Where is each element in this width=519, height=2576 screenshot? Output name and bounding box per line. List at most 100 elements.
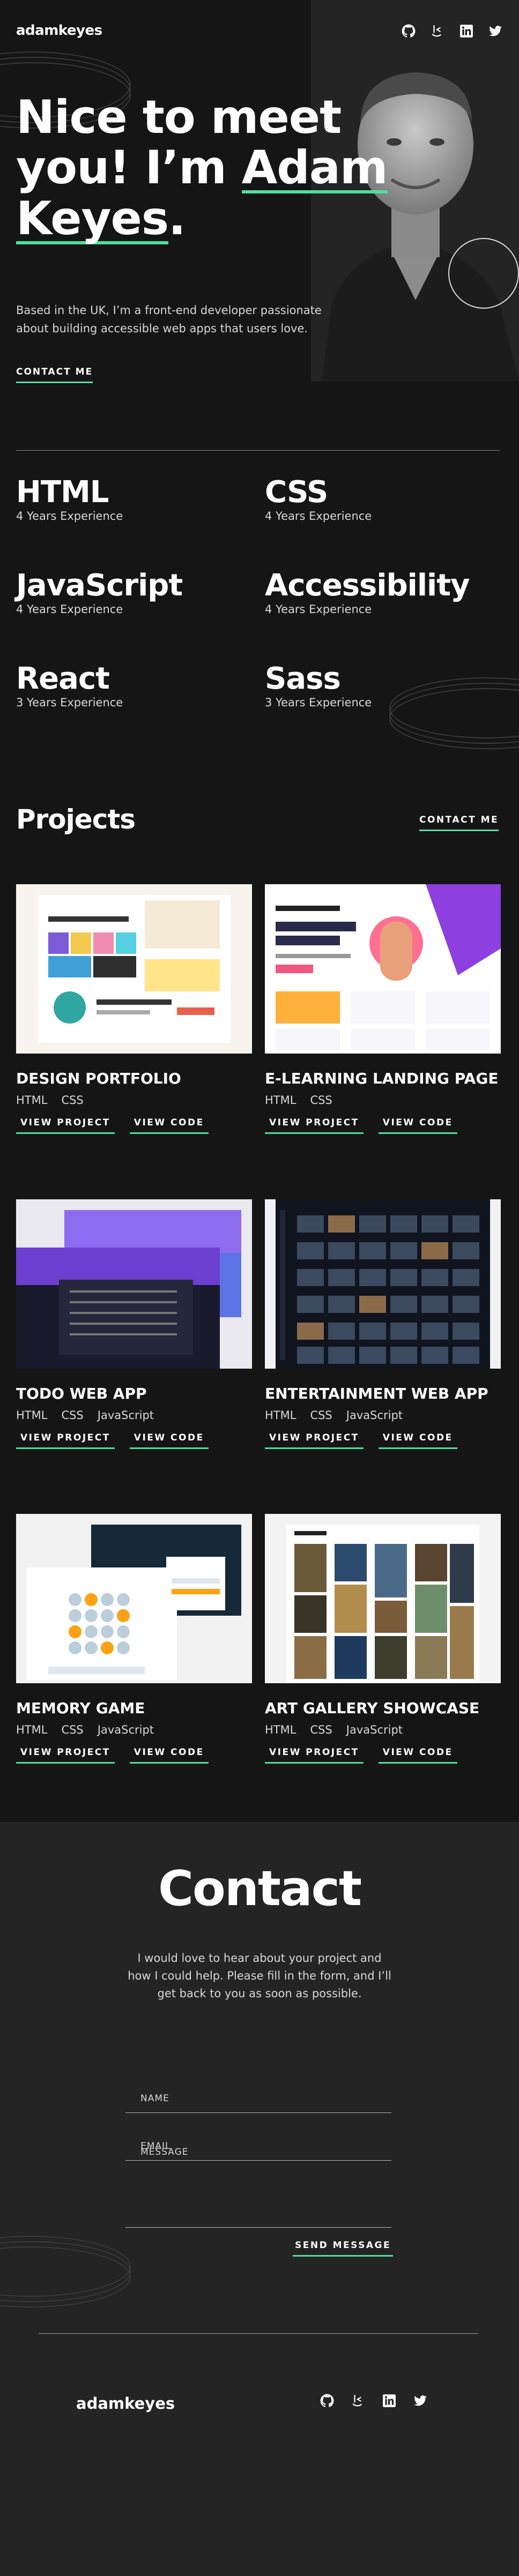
skill-css: CSS 4 Years Experience xyxy=(265,475,372,522)
project-title: ART GALLERY SHOWCASE xyxy=(265,1699,480,1717)
project-tags: HTML CSS JavaScript xyxy=(16,1409,252,1422)
skill-javascript: JavaScript 4 Years Experience xyxy=(16,568,183,616)
skill-name: HTML xyxy=(16,475,109,510)
view-project-button[interactable]: VIEW PROJECT xyxy=(16,1432,115,1449)
projects-contact-button[interactable]: CONTACT ME xyxy=(419,815,499,831)
hero-title-end: . xyxy=(168,192,186,245)
project-tags: HTML CSS JavaScript xyxy=(16,1723,252,1736)
project-tags: HTML CSS xyxy=(265,1094,501,1107)
skill-react: React 3 Years Experience xyxy=(16,661,123,709)
view-project-button[interactable]: VIEW PROJECT xyxy=(16,1747,115,1764)
project-title: ENTERTAINMENT WEB APP xyxy=(265,1385,488,1402)
linkedin-icon[interactable] xyxy=(382,2393,397,2408)
skill-experience: 4 Years Experience xyxy=(265,603,372,616)
project-tag: JavaScript xyxy=(97,1723,154,1736)
project-tag: CSS xyxy=(61,1409,84,1422)
project-tag: HTML xyxy=(265,1409,296,1422)
view-project-button[interactable]: VIEW PROJECT xyxy=(265,1117,364,1134)
site-logo[interactable]: adamkeyes xyxy=(16,23,102,39)
project-tag: HTML xyxy=(16,1723,48,1736)
view-code-button[interactable]: VIEW CODE xyxy=(378,1432,457,1449)
skill-sass: Sass 3 Years Experience xyxy=(265,661,372,709)
project-tag: JavaScript xyxy=(346,1723,403,1736)
divider xyxy=(16,450,500,451)
project-thumbnail[interactable] xyxy=(16,884,252,1054)
message-input[interactable] xyxy=(125,2147,391,2227)
project-card: E-LEARNING LANDING PAGE HTML CSS VIEW PR… xyxy=(265,884,501,1134)
project-card: ENTERTAINMENT WEB APP HTML CSS JavaScrip… xyxy=(265,1199,501,1449)
hero-contact-button[interactable]: CONTACT ME xyxy=(16,367,93,383)
view-code-button[interactable]: VIEW CODE xyxy=(378,1117,457,1134)
project-tags: HTML CSS JavaScript xyxy=(265,1409,501,1422)
project-tags: HTML CSS xyxy=(16,1094,252,1107)
project-tag: HTML xyxy=(16,1409,48,1422)
footer-logo[interactable]: adamkeyes xyxy=(76,2394,175,2413)
frontend-mentor-icon[interactable] xyxy=(430,24,445,39)
view-project-button[interactable]: VIEW PROJECT xyxy=(265,1432,364,1449)
projects-title: Projects xyxy=(16,804,136,835)
twitter-icon[interactable] xyxy=(413,2393,428,2408)
project-card: MEMORY GAME HTML CSS JavaScript VIEW PRO… xyxy=(16,1514,252,1764)
hero-title-part1: Nice to meet xyxy=(16,91,342,144)
project-tag: CSS xyxy=(310,1094,332,1107)
project-tag: HTML xyxy=(265,1723,296,1736)
header-socials xyxy=(401,24,503,39)
skill-experience: 4 Years Experience xyxy=(265,510,372,522)
project-thumbnail[interactable] xyxy=(265,1199,501,1369)
view-code-button[interactable]: VIEW CODE xyxy=(129,1747,209,1764)
skill-html: HTML 4 Years Experience xyxy=(16,475,123,522)
project-thumbnail[interactable] xyxy=(265,1514,501,1683)
view-code-button[interactable]: VIEW CODE xyxy=(129,1432,209,1449)
view-project-button[interactable]: VIEW PROJECT xyxy=(265,1747,364,1764)
name-field[interactable] xyxy=(125,2093,391,2113)
hero-title-part2: you! I’m xyxy=(16,141,242,195)
view-code-button[interactable]: VIEW CODE xyxy=(378,1747,457,1764)
rings-decoration-skills xyxy=(389,677,519,752)
skill-experience: 4 Years Experience xyxy=(16,510,123,522)
skill-accessibility: Accessibility 4 Years Experience xyxy=(265,568,470,616)
view-code-button[interactable]: VIEW CODE xyxy=(129,1117,209,1134)
hero-intro: Based in the UK, I’m a front-end develop… xyxy=(16,304,322,335)
view-project-button[interactable]: VIEW PROJECT xyxy=(16,1117,115,1134)
project-card: TODO WEB APP HTML CSS JavaScript VIEW PR… xyxy=(16,1199,252,1449)
skill-experience: 3 Years Experience xyxy=(265,696,372,709)
name-input[interactable] xyxy=(125,2093,391,2112)
project-tag: CSS xyxy=(310,1409,332,1422)
github-icon[interactable] xyxy=(320,2393,335,2408)
project-thumbnail[interactable] xyxy=(265,884,501,1054)
project-tags: HTML CSS JavaScript xyxy=(265,1723,501,1736)
project-thumbnail[interactable] xyxy=(16,1199,252,1369)
linkedin-icon[interactable] xyxy=(459,24,474,39)
project-tag: CSS xyxy=(310,1723,332,1736)
project-title: E-LEARNING LANDING PAGE xyxy=(265,1070,499,1087)
project-card: DESIGN PORTFOLIO HTML CSS VIEW PROJECT V… xyxy=(16,884,252,1134)
project-title: DESIGN PORTFOLIO xyxy=(16,1070,181,1087)
footer-divider xyxy=(39,2333,478,2334)
send-message-button[interactable]: SEND MESSAGE xyxy=(293,2240,394,2257)
project-tag: HTML xyxy=(265,1094,296,1107)
project-title: MEMORY GAME xyxy=(16,1699,145,1717)
skill-name: JavaScript xyxy=(16,568,183,603)
project-tag: JavaScript xyxy=(346,1409,403,1422)
skill-name: Accessibility xyxy=(265,568,470,603)
message-field[interactable] xyxy=(125,2147,391,2228)
hero-title-name-last: Keyes xyxy=(16,192,169,245)
skill-name: CSS xyxy=(265,475,328,510)
github-icon[interactable] xyxy=(401,24,416,39)
skill-name: React xyxy=(16,661,110,696)
project-card: ART GALLERY SHOWCASE HTML CSS JavaScript… xyxy=(265,1514,501,1764)
twitter-icon[interactable] xyxy=(488,24,503,39)
project-tag: JavaScript xyxy=(97,1409,154,1422)
footer-socials xyxy=(320,2393,428,2408)
skill-experience: 3 Years Experience xyxy=(16,696,123,709)
hero-title: Nice to meet you! I’m Adam Keyes. xyxy=(16,91,388,245)
project-title: TODO WEB APP xyxy=(16,1385,147,1402)
contact-description: I would love to hear about your project … xyxy=(128,1952,391,2000)
circle-decoration xyxy=(448,238,519,309)
project-tag: CSS xyxy=(61,1094,84,1107)
skill-name: Sass xyxy=(265,661,341,696)
contact-title: Contact xyxy=(158,1861,362,1917)
frontend-mentor-icon[interactable] xyxy=(351,2393,366,2408)
project-tag: CSS xyxy=(61,1723,84,1736)
project-thumbnail[interactable] xyxy=(16,1514,252,1683)
